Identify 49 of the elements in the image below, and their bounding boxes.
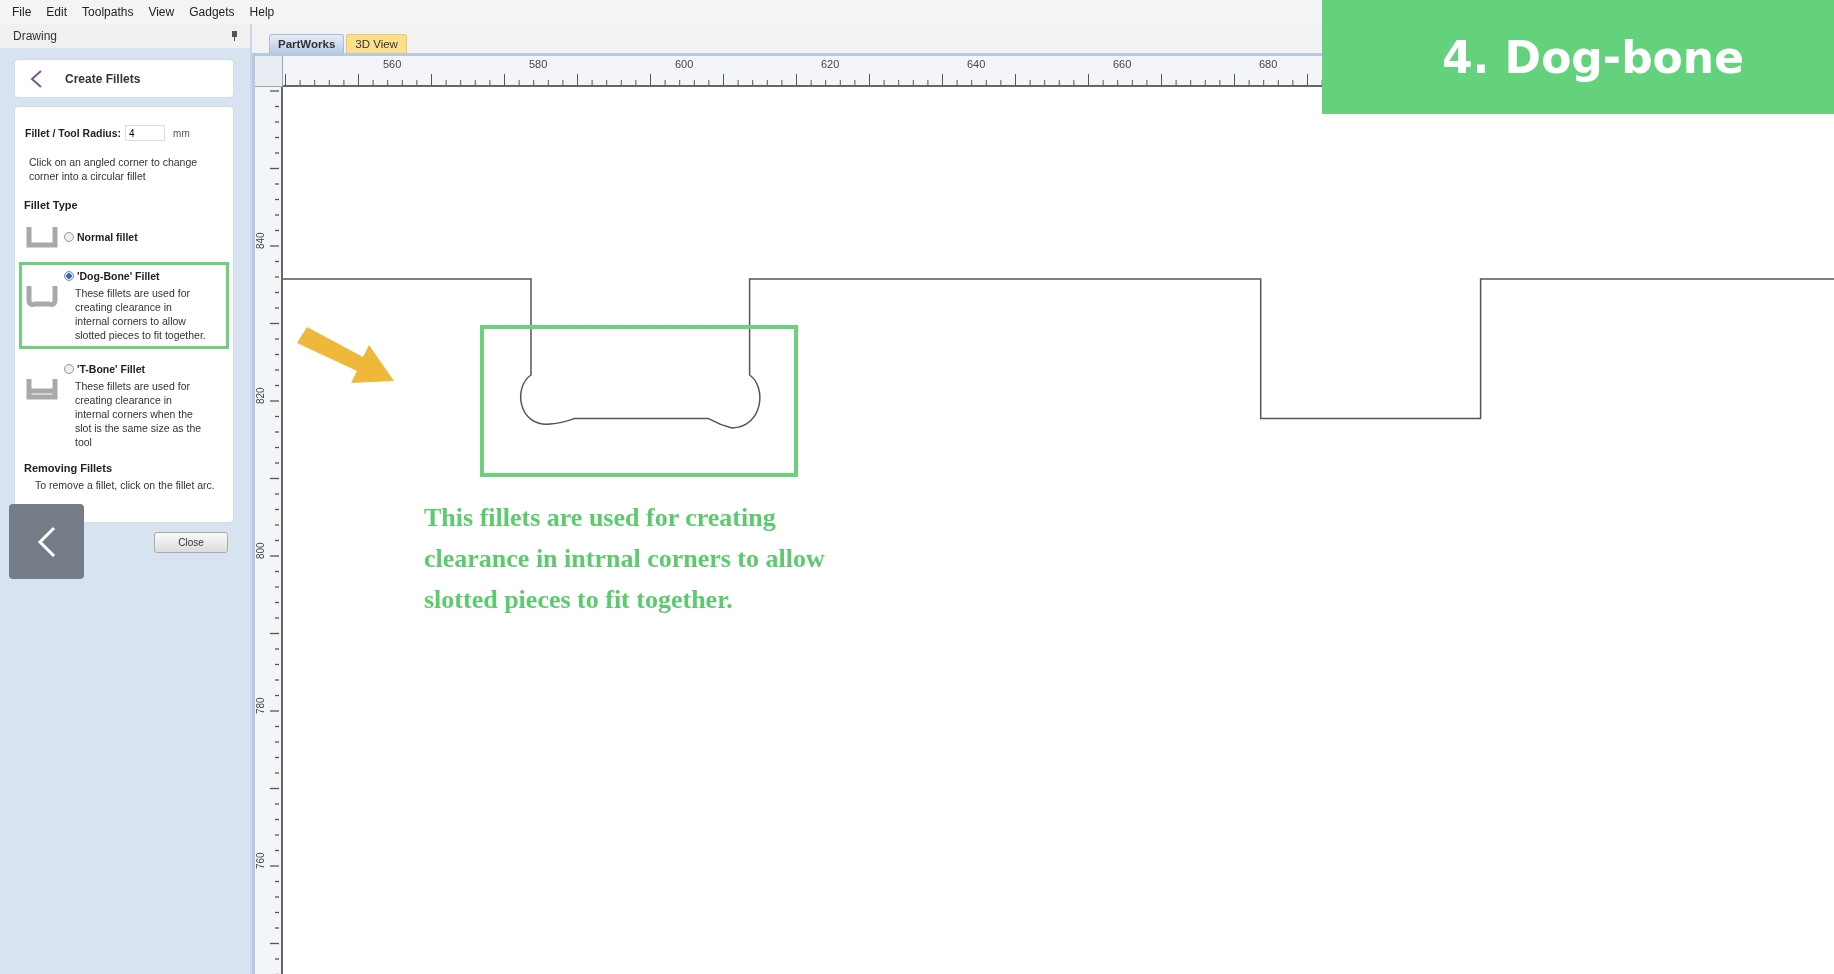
section-heading: Removing Fillets <box>24 462 114 474</box>
menu-item[interactable]: File <box>12 5 32 19</box>
option-description: These fillets are used for creating clearance in internal corners when the slot is the same size as the tool <box>75 379 203 449</box>
option-label: 'T-Bone' Fillet <box>77 363 145 375</box>
ruler-label: 560 <box>383 58 402 70</box>
annotation-text: slotted pieces to fit together. <box>424 584 733 616</box>
menu-item[interactable]: Toolpaths <box>82 5 134 19</box>
fillet-shape-icon <box>26 377 58 401</box>
menu-item[interactable]: Gadgets <box>189 5 235 19</box>
menu-item[interactable]: Edit <box>46 5 68 19</box>
annotation-text: clearance in intrnal corners to allow <box>424 543 825 575</box>
option-label: Normal fillet <box>77 231 138 243</box>
fillet-shape-icon <box>26 225 58 249</box>
view-tab[interactable]: PartWorks <box>269 34 345 53</box>
ruler-label: 640 <box>967 58 986 70</box>
ruler-label: 680 <box>1259 58 1278 70</box>
ruler-label: 580 <box>529 58 548 70</box>
option-label: 'Dog-Bone' Fillet <box>77 270 160 282</box>
panel-title: Drawing <box>13 29 57 43</box>
ruler-label: 840 <box>255 231 267 252</box>
section-heading: Fillet Type <box>24 199 79 211</box>
ruler-label: 660 <box>1113 58 1132 70</box>
radio-button[interactable] <box>64 364 74 374</box>
fillet-shape-icon <box>26 284 58 308</box>
annotation-text: This fillets are used for creating <box>424 502 776 534</box>
close-button[interactable]: Close <box>154 532 228 553</box>
ruler-label: 800 <box>255 541 267 562</box>
radio-button[interactable] <box>64 271 74 281</box>
radius-field[interactable]: 4 <box>125 125 166 141</box>
back-icon[interactable] <box>29 68 43 89</box>
banner-title: 4. Dog-bone <box>1440 31 1745 83</box>
ruler-label: 820 <box>255 386 267 407</box>
hint-text: Click on an angled corner to change corner into a circular fillet <box>29 155 199 183</box>
unit-label: mm <box>173 127 190 139</box>
arrow-icon <box>297 327 394 383</box>
pin-icon[interactable] <box>231 31 238 41</box>
ruler-label: 780 <box>255 696 267 717</box>
option-description: These fillets are used for creating clearance in internal corners to allow slotted pieces to fit together. <box>75 286 207 342</box>
ruler-label: 760 <box>255 851 267 872</box>
back-button[interactable] <box>9 504 84 579</box>
menu-item[interactable]: View <box>148 5 175 19</box>
panel-heading: Create Fillets <box>65 71 141 86</box>
view-tab[interactable]: 3D View <box>346 34 407 53</box>
radio-button[interactable] <box>64 232 74 242</box>
field-label: Fillet / Tool Radius: <box>25 127 122 139</box>
help-text: To remove a fillet, click on the fillet arc. <box>35 479 216 491</box>
ruler-label: 620 <box>821 58 840 70</box>
ruler-label: 600 <box>675 58 694 70</box>
menu-item[interactable]: Help <box>249 5 275 19</box>
